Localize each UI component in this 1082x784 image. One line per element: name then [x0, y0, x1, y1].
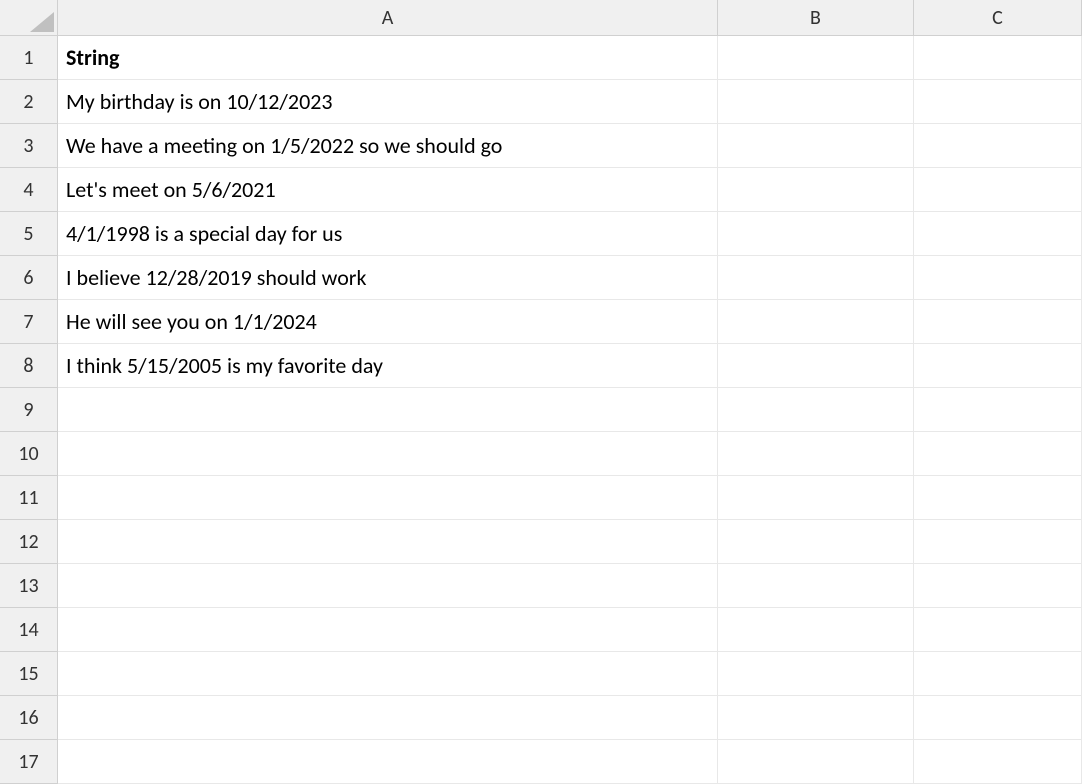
cell-C15[interactable] [914, 652, 1082, 696]
cell-A17[interactable] [58, 740, 718, 784]
cell-A9[interactable] [58, 388, 718, 432]
cell-B10[interactable] [718, 432, 914, 476]
cell-A6[interactable]: I believe 12/28/2019 should work [58, 256, 718, 300]
cell-B5[interactable] [718, 212, 914, 256]
cell-A11[interactable] [58, 476, 718, 520]
row-11: 11 [0, 476, 1082, 520]
cell-B9[interactable] [718, 388, 914, 432]
cell-B13[interactable] [718, 564, 914, 608]
row-header-3[interactable]: 3 [0, 124, 58, 168]
row-15: 15 [0, 652, 1082, 696]
cell-B17[interactable] [718, 740, 914, 784]
row-header-5[interactable]: 5 [0, 212, 58, 256]
row-header-1[interactable]: 1 [0, 36, 58, 80]
spreadsheet-grid: ABC 1String2My birthday is on 10/12/2023… [0, 0, 1082, 783]
cell-B6[interactable] [718, 256, 914, 300]
cell-B14[interactable] [718, 608, 914, 652]
row-header-13[interactable]: 13 [0, 564, 58, 608]
row-header-14[interactable]: 14 [0, 608, 58, 652]
row-header-4[interactable]: 4 [0, 168, 58, 212]
row-header-16[interactable]: 16 [0, 696, 58, 740]
cell-C4[interactable] [914, 168, 1082, 212]
cell-B7[interactable] [718, 300, 914, 344]
row-header-11[interactable]: 11 [0, 476, 58, 520]
column-header-row: ABC [0, 0, 1082, 36]
column-header-A[interactable]: A [58, 0, 718, 36]
cell-A13[interactable] [58, 564, 718, 608]
cell-C17[interactable] [914, 740, 1082, 784]
row-14: 14 [0, 608, 1082, 652]
cell-C13[interactable] [914, 564, 1082, 608]
row-13: 13 [0, 564, 1082, 608]
cell-C12[interactable] [914, 520, 1082, 564]
row-1: 1String [0, 36, 1082, 80]
cell-C2[interactable] [914, 80, 1082, 124]
cell-C10[interactable] [914, 432, 1082, 476]
row-header-8[interactable]: 8 [0, 344, 58, 388]
cell-A15[interactable] [58, 652, 718, 696]
row-6: 6I believe 12/28/2019 should work [0, 256, 1082, 300]
cell-A3[interactable]: We have a meeting on 1/5/2022 so we shou… [58, 124, 718, 168]
cell-B16[interactable] [718, 696, 914, 740]
row-3: 3We have a meeting on 1/5/2022 so we sho… [0, 124, 1082, 168]
cell-A5[interactable]: 4/1/1998 is a special day for us [58, 212, 718, 256]
cell-B11[interactable] [718, 476, 914, 520]
row-header-6[interactable]: 6 [0, 256, 58, 300]
cell-C6[interactable] [914, 256, 1082, 300]
cell-C11[interactable] [914, 476, 1082, 520]
cell-C1[interactable] [914, 36, 1082, 80]
cell-B12[interactable] [718, 520, 914, 564]
cell-A16[interactable] [58, 696, 718, 740]
cell-A2[interactable]: My birthday is on 10/12/2023 [58, 80, 718, 124]
row-9: 9 [0, 388, 1082, 432]
row-header-10[interactable]: 10 [0, 432, 58, 476]
row-12: 12 [0, 520, 1082, 564]
cell-A7[interactable]: He will see you on 1/1/2024 [58, 300, 718, 344]
cell-B1[interactable] [718, 36, 914, 80]
cell-A4[interactable]: Let's meet on 5/6/2021 [58, 168, 718, 212]
row-5: 54/1/1998 is a special day for us [0, 212, 1082, 256]
cell-B15[interactable] [718, 652, 914, 696]
cell-C3[interactable] [914, 124, 1082, 168]
cell-B8[interactable] [718, 344, 914, 388]
row-header-2[interactable]: 2 [0, 80, 58, 124]
row-10: 10 [0, 432, 1082, 476]
cell-C5[interactable] [914, 212, 1082, 256]
cell-C7[interactable] [914, 300, 1082, 344]
row-7: 7He will see you on 1/1/2024 [0, 300, 1082, 344]
row-header-7[interactable]: 7 [0, 300, 58, 344]
column-header-B[interactable]: B [718, 0, 914, 36]
cell-C9[interactable] [914, 388, 1082, 432]
row-4: 4Let's meet on 5/6/2021 [0, 168, 1082, 212]
cell-A8[interactable]: I think 5/15/2005 is my favorite day [58, 344, 718, 388]
cell-A14[interactable] [58, 608, 718, 652]
row-header-15[interactable]: 15 [0, 652, 58, 696]
cell-A1[interactable]: String [58, 36, 718, 80]
row-16: 16 [0, 696, 1082, 740]
row-2: 2My birthday is on 10/12/2023 [0, 80, 1082, 124]
row-header-12[interactable]: 12 [0, 520, 58, 564]
cell-C16[interactable] [914, 696, 1082, 740]
row-header-17[interactable]: 17 [0, 740, 58, 784]
column-header-C[interactable]: C [914, 0, 1082, 36]
select-all-corner[interactable] [0, 0, 58, 36]
row-8: 8I think 5/15/2005 is my favorite day [0, 344, 1082, 388]
cell-A10[interactable] [58, 432, 718, 476]
cell-B2[interactable] [718, 80, 914, 124]
cell-C8[interactable] [914, 344, 1082, 388]
cell-B3[interactable] [718, 124, 914, 168]
cell-C14[interactable] [914, 608, 1082, 652]
row-17: 17 [0, 740, 1082, 784]
cell-A12[interactable] [58, 520, 718, 564]
row-header-9[interactable]: 9 [0, 388, 58, 432]
cell-B4[interactable] [718, 168, 914, 212]
